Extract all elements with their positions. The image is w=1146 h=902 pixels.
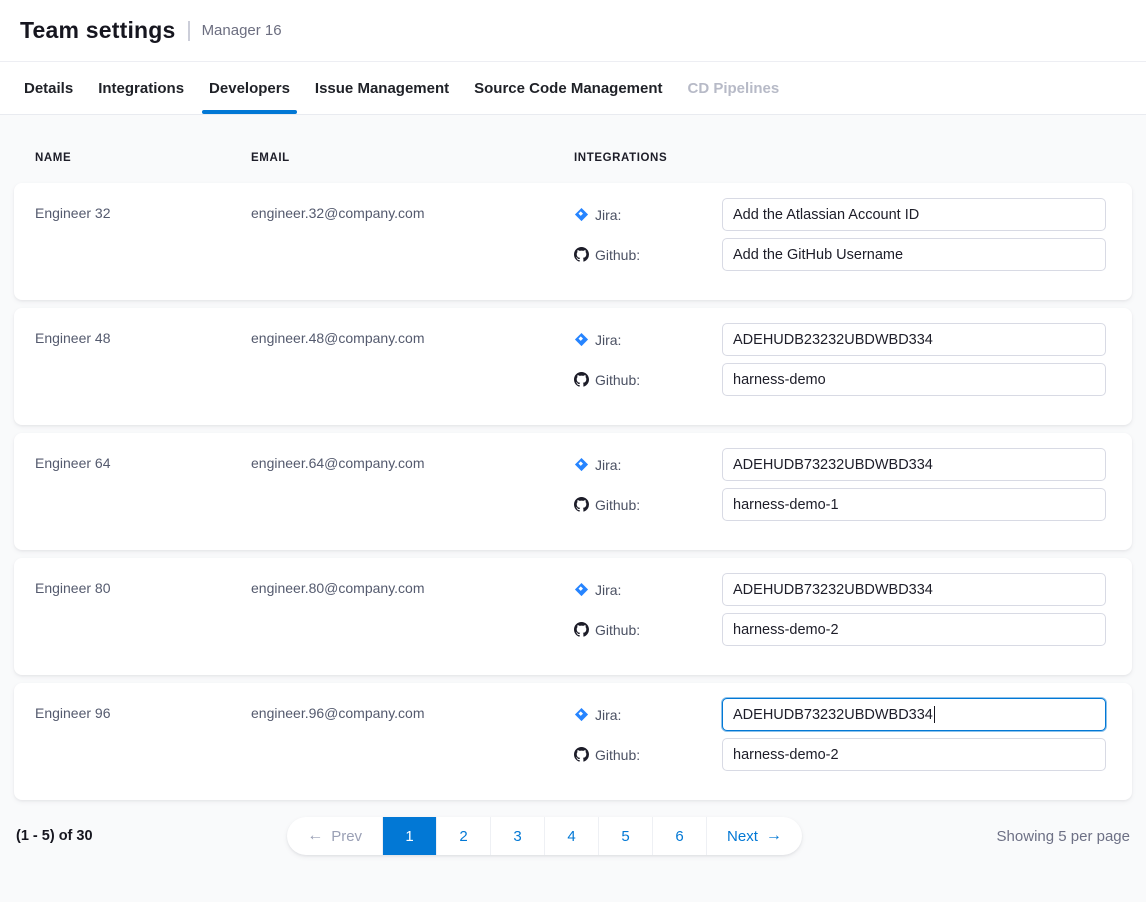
integrations-cell: Jira: ADEHUDB73232UBDWBD334 Github: harn…	[574, 558, 1132, 675]
page-header: Team settings Manager 16	[0, 0, 1146, 62]
table-row: Engineer 32 engineer.32@company.com Jira…	[14, 183, 1132, 300]
jira-input[interactable]: ADEHUDB23232UBDWBD334	[722, 323, 1106, 356]
github-label: Github:	[595, 622, 640, 638]
github-icon	[574, 747, 589, 762]
github-icon	[574, 622, 589, 637]
pagination: ← Prev 1 2 3 4 5 6 Next →	[287, 817, 802, 855]
jira-label: Jira:	[595, 207, 621, 223]
tab-source-code-management[interactable]: Source Code Management	[467, 62, 669, 114]
developer-email: engineer.48@company.com	[251, 308, 574, 425]
arrow-left-icon: ←	[307, 828, 323, 844]
table-row: Engineer 80 engineer.80@company.com Jira…	[14, 558, 1132, 675]
github-label: Github:	[595, 372, 640, 388]
developer-name: Engineer 80	[14, 558, 251, 675]
jira-label: Jira:	[595, 457, 621, 473]
result-range: (1 - 5) of 30	[16, 828, 93, 844]
column-header-email: EMAIL	[251, 152, 574, 164]
table-row: Engineer 64 engineer.64@company.com Jira…	[14, 433, 1132, 550]
github-input[interactable]: harness-demo	[722, 363, 1106, 396]
page-button-1[interactable]: 1	[382, 817, 436, 855]
jira-label: Jira:	[595, 582, 621, 598]
column-header-name: NAME	[14, 152, 251, 164]
tab-integrations[interactable]: Integrations	[91, 62, 191, 114]
github-input[interactable]: harness-demo-2	[722, 738, 1106, 771]
jira-label: Jira:	[595, 332, 621, 348]
table-row: Engineer 48 engineer.48@company.com Jira…	[14, 308, 1132, 425]
page-button-6[interactable]: 6	[652, 817, 706, 855]
text-cursor	[934, 706, 936, 723]
page-button-2[interactable]: 2	[436, 817, 490, 855]
jira-icon	[574, 582, 589, 597]
column-headers: NAME EMAIL INTEGRATIONS	[14, 115, 1132, 183]
github-icon	[574, 247, 589, 262]
tab-details[interactable]: Details	[17, 62, 80, 114]
jira-input-focused[interactable]: ADEHUDB73232UBDWBD334	[722, 698, 1106, 731]
jira-label: Jira:	[595, 707, 621, 723]
pagination-footer: (1 - 5) of 30 ← Prev 1 2 3 4 5 6 Next → …	[16, 817, 1130, 855]
tabs-bar: Details Integrations Developers Issue Ma…	[0, 62, 1146, 115]
developer-email: engineer.80@company.com	[251, 558, 574, 675]
developer-name: Engineer 96	[14, 683, 251, 800]
page-button-3[interactable]: 3	[490, 817, 544, 855]
developer-email: engineer.32@company.com	[251, 183, 574, 300]
arrow-right-icon: →	[766, 828, 782, 844]
github-input[interactable]: harness-demo-1	[722, 488, 1106, 521]
tab-developers[interactable]: Developers	[202, 62, 297, 114]
table-row: Engineer 96 engineer.96@company.com Jira…	[14, 683, 1132, 800]
github-input[interactable]: harness-demo-2	[722, 613, 1106, 646]
github-label: Github:	[595, 247, 640, 263]
github-label: Github:	[595, 497, 640, 513]
github-input[interactable]: Add the GitHub Username	[722, 238, 1106, 271]
github-icon	[574, 497, 589, 512]
per-page-label: Showing 5 per page	[997, 828, 1130, 845]
column-header-integrations: INTEGRATIONS	[574, 152, 1132, 164]
jira-input[interactable]: ADEHUDB73232UBDWBD334	[722, 448, 1106, 481]
page-subtitle: Manager 16	[202, 22, 282, 39]
developer-name: Engineer 32	[14, 183, 251, 300]
jira-icon	[574, 207, 589, 222]
integrations-cell: Jira: ADEHUDB73232UBDWBD334 Github: harn…	[574, 683, 1132, 800]
title-divider	[188, 21, 190, 41]
next-page-button[interactable]: Next →	[706, 817, 802, 855]
developer-name: Engineer 64	[14, 433, 251, 550]
integrations-cell: Jira: ADEHUDB23232UBDWBD334 Github: harn…	[574, 308, 1132, 425]
page-button-5[interactable]: 5	[598, 817, 652, 855]
tab-cd-pipelines: CD Pipelines	[681, 62, 787, 114]
github-label: Github:	[595, 747, 640, 763]
developer-email: engineer.64@company.com	[251, 433, 574, 550]
jira-input[interactable]: Add the Atlassian Account ID	[722, 198, 1106, 231]
jira-input[interactable]: ADEHUDB73232UBDWBD334	[722, 573, 1106, 606]
jira-icon	[574, 457, 589, 472]
developer-name: Engineer 48	[14, 308, 251, 425]
developer-email: engineer.96@company.com	[251, 683, 574, 800]
page-title: Team settings	[20, 17, 176, 44]
integrations-cell: Jira: ADEHUDB73232UBDWBD334 Github: harn…	[574, 433, 1132, 550]
page-button-4[interactable]: 4	[544, 817, 598, 855]
tab-issue-management[interactable]: Issue Management	[308, 62, 456, 114]
developers-table: NAME EMAIL INTEGRATIONS Engineer 32 engi…	[0, 115, 1146, 875]
github-icon	[574, 372, 589, 387]
prev-page-button[interactable]: ← Prev	[287, 817, 382, 855]
jira-icon	[574, 707, 589, 722]
integrations-cell: Jira: Add the Atlassian Account ID Githu…	[574, 183, 1132, 300]
jira-icon	[574, 332, 589, 347]
